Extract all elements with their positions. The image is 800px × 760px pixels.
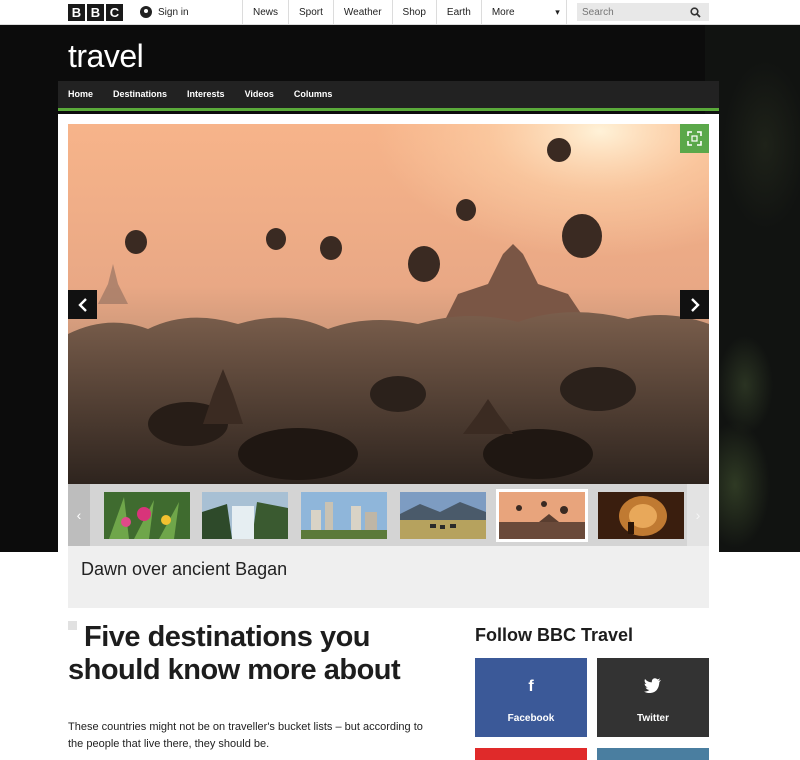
search-box (577, 3, 709, 21)
twitter-label: Twitter (636, 713, 670, 724)
section-nav-home[interactable]: Home (58, 81, 103, 108)
article-headline[interactable]: Five destinations you should know more a… (68, 621, 458, 687)
thumbnail-waterfall[interactable] (202, 492, 288, 539)
nav-item-weather[interactable]: Weather (332, 0, 392, 25)
social-button-red[interactable] (475, 748, 587, 760)
chevron-left-icon: ‹ (76, 507, 82, 523)
search-icon[interactable] (685, 3, 705, 21)
section-nav-columns[interactable]: Columns (284, 81, 343, 108)
gallery-carousel (68, 124, 709, 484)
thumbnail-balloons[interactable] (496, 489, 588, 542)
gallery-caption: Dawn over ancient Bagan (81, 559, 288, 579)
gallery-thumbnail-strip: ‹ › (68, 484, 709, 546)
section-nav-destinations[interactable]: Destinations (103, 81, 177, 108)
search-input[interactable] (577, 3, 685, 21)
sign-in-label: Sign in (158, 6, 189, 18)
bbc-logo-letter: B (68, 4, 85, 21)
thumbnails-next-button[interactable]: › (687, 484, 709, 546)
twitter-button[interactable]: Twitter (597, 658, 709, 737)
background-foliage (705, 25, 800, 552)
thumbnail-cave[interactable] (598, 492, 684, 539)
bbc-logo-letter: C (106, 4, 123, 21)
twitter-icon (597, 678, 709, 698)
global-nav: News Sport Weather Shop Earth More ▾ (242, 0, 567, 25)
gallery-prev-button[interactable] (68, 290, 97, 319)
nav-item-earth[interactable]: Earth (435, 0, 481, 25)
chevron-left-icon (77, 297, 87, 312)
nav-item-news[interactable]: News (242, 0, 288, 25)
social-button-blue[interactable] (597, 748, 709, 760)
bbc-logo-letter: B (87, 4, 104, 21)
facebook-label: Facebook (507, 713, 555, 724)
fullscreen-icon (687, 131, 702, 146)
bbc-top-bar: B B C Sign in News Sport Weather Shop Ea… (0, 0, 800, 25)
chevron-right-icon: › (695, 507, 701, 523)
section-nav-videos[interactable]: Videos (235, 81, 284, 108)
nav-more-label: More (491, 7, 515, 18)
sign-in-link[interactable]: Sign in (140, 6, 189, 18)
follow-title: Follow BBC Travel (475, 625, 634, 645)
user-icon (140, 6, 152, 18)
section-nav: Home Destinations Interests Videos Colum… (58, 81, 719, 111)
thumbnails-prev-button[interactable]: ‹ (68, 484, 90, 546)
facebook-button[interactable]: f Facebook (475, 658, 587, 737)
nav-item-shop[interactable]: Shop (391, 0, 436, 25)
nav-item-sport[interactable]: Sport (288, 0, 333, 25)
gallery-caption-box: Dawn over ancient Bagan (68, 546, 709, 608)
bbc-logo[interactable]: B B C (68, 4, 123, 21)
section-nav-interests[interactable]: Interests (177, 81, 235, 108)
section-title[interactable]: travel (68, 38, 144, 74)
chevron-right-icon (690, 297, 700, 312)
thumbnail-flowers[interactable] (104, 492, 190, 539)
nav-more-dropdown[interactable]: More ▾ (480, 0, 567, 25)
facebook-icon: f (528, 678, 534, 695)
thumbnail-city[interactable] (301, 492, 387, 539)
gallery-main-image (68, 124, 709, 484)
chevron-down-icon: ▾ (555, 7, 560, 17)
article-summary: These countries might not be on travelle… (68, 721, 423, 750)
thumbnail-savanna[interactable] (400, 492, 486, 539)
gallery-next-button[interactable] (680, 290, 709, 319)
fullscreen-button[interactable] (680, 124, 709, 153)
